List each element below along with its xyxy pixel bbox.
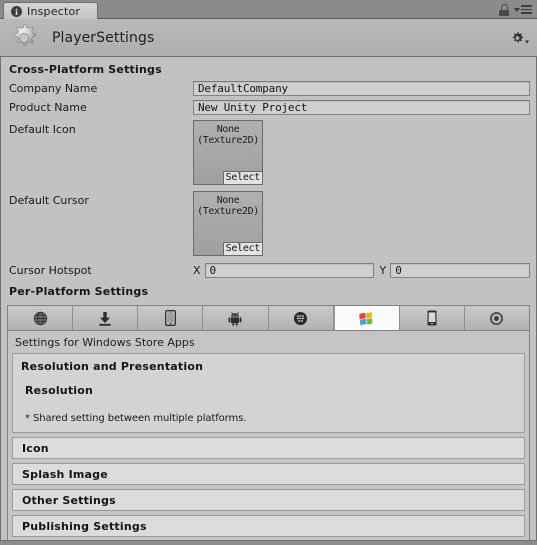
platform-tab-web-player[interactable] (8, 306, 74, 330)
menu-icon[interactable] (514, 5, 532, 14)
platform-tab-blackberry[interactable] (268, 306, 334, 330)
cog-icon (9, 23, 39, 53)
cursor-hotspot-y-input[interactable]: 0 (390, 263, 530, 278)
default-cursor-label: Default Cursor (9, 194, 89, 207)
shared-setting-note: * Shared setting between multiple platfo… (25, 413, 247, 424)
row-default-cursor: Default Cursor None (Texture2D) Select (7, 191, 530, 256)
editor-tab-strip: i Inspector (0, 0, 537, 20)
page-title: PlayerSettings (52, 29, 155, 46)
resolution-subtitle: Resolution (25, 384, 94, 397)
default-icon-label: Default Icon (9, 123, 76, 136)
inspector-body: Cross-Platform Settings Company Name Def… (0, 57, 537, 540)
company-name-input[interactable]: DefaultCompany (193, 81, 530, 96)
product-name-input[interactable]: New Unity Project (193, 100, 530, 115)
info-icon: i (11, 6, 22, 17)
section-splash-image[interactable]: Splash Image (12, 463, 525, 485)
resolution-group-title: Resolution and Presentation (21, 360, 204, 373)
window-bottom-edge (0, 540, 537, 545)
tab-inspector-label: Inspector (27, 5, 81, 18)
platform-tab-windows-store-apps[interactable] (333, 306, 400, 330)
platform-tab-bar (7, 305, 530, 330)
row-product-name: Product Name New Unity Project (7, 99, 530, 116)
lock-icon[interactable] (499, 3, 509, 16)
per-platform-heading: Per-Platform Settings (9, 285, 149, 298)
download-arrow-icon (98, 311, 112, 326)
tizen-circle-icon (489, 311, 504, 326)
default-cursor-type: (Texture2D) (197, 206, 259, 217)
cross-platform-heading: Cross-Platform Settings (9, 63, 162, 76)
section-other-settings[interactable]: Other Settings (12, 489, 525, 511)
blackberry-icon (293, 311, 308, 326)
tab-inspector[interactable]: i Inspector (3, 2, 98, 20)
inspector-window: i Inspector PlayerSettings Cross-Platfor… (0, 0, 537, 545)
tab-strip-controls (499, 2, 532, 17)
cursor-hotspot-x-label: X (193, 264, 201, 277)
default-icon-select-button[interactable]: Select (222, 171, 262, 184)
android-robot-icon (228, 311, 242, 326)
platform-panel-title: Settings for Windows Store Apps (15, 336, 195, 349)
default-icon-value: None (216, 124, 240, 135)
mobile-phone-icon (164, 310, 176, 326)
default-cursor-object-field[interactable]: None (Texture2D) Select (193, 191, 263, 256)
section-icon[interactable]: Icon (12, 437, 525, 459)
windows-phone-icon (427, 310, 437, 326)
default-icon-object-field[interactable]: None (Texture2D) Select (193, 120, 263, 185)
object-header: PlayerSettings (0, 19, 537, 57)
resolution-and-presentation-group[interactable]: Resolution and Presentation Resolution *… (12, 353, 525, 433)
platform-tab-tizen[interactable] (464, 306, 529, 330)
globe-icon (33, 311, 48, 326)
company-name-label: Company Name (9, 82, 98, 95)
platform-tab-ios[interactable] (138, 306, 204, 330)
cursor-hotspot-label: Cursor Hotspot (9, 264, 92, 277)
section-publishing-settings[interactable]: Publishing Settings (12, 515, 525, 537)
default-cursor-select-button[interactable]: Select (222, 242, 262, 255)
platform-tab-pc-mac-linux-standalone[interactable] (73, 306, 139, 330)
platform-tab-android[interactable] (203, 306, 269, 330)
default-icon-type: (Texture2D) (197, 135, 259, 146)
platform-tab-windows-phone[interactable] (399, 306, 465, 330)
cursor-hotspot-x-input[interactable]: 0 (204, 263, 374, 278)
row-cursor-hotspot: Cursor Hotspot X 0 Y 0 (7, 262, 530, 279)
cursor-hotspot-y-label: Y (379, 264, 387, 277)
platform-settings-panel: Settings for Windows Store Apps Resoluti… (7, 330, 530, 540)
gear-dropdown-icon[interactable] (511, 31, 529, 44)
row-company-name: Company Name DefaultCompany (7, 80, 530, 97)
product-name-label: Product Name (9, 101, 87, 114)
default-cursor-value: None (216, 195, 240, 206)
windows-flag-icon (357, 310, 376, 327)
row-default-icon: Default Icon None (Texture2D) Select (7, 120, 530, 185)
